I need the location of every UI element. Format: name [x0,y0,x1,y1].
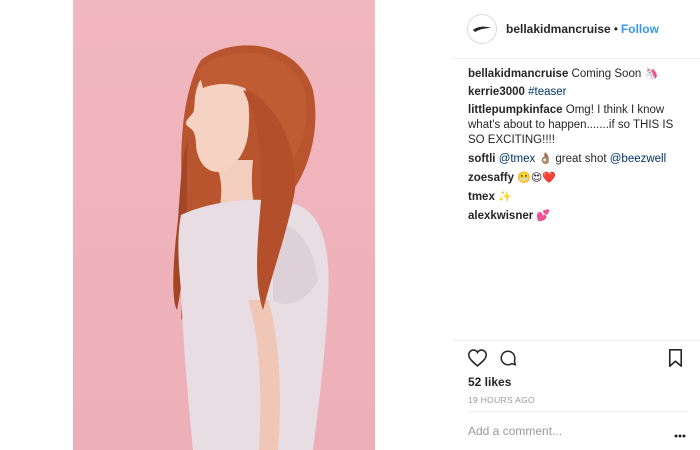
woman-profile-illustration [173,45,329,450]
post-side-panel: bellakidmancruise • Follow bellakidmancr… [453,0,700,450]
likes-count[interactable]: 52 likes [468,375,511,389]
emoji: 🦄 [644,67,659,80]
emoji: 😬😍❤️ [517,171,557,184]
comment-item: softli @tmex 👌🏽 great shot @beezwell [468,151,690,167]
comment-text: great shot [552,153,610,165]
comment-item: kerrie3000 #teaser [468,85,690,100]
mention-link[interactable]: @tmex [499,153,536,165]
comment-item: bellakidmancruise Coming Soon 🦄 [468,66,690,82]
hashtag-link[interactable]: #teaser [528,86,566,98]
action-bar [467,349,688,372]
author-username[interactable]: bellakidmancruise [506,22,611,36]
separator-dot: • [613,22,618,36]
header-divider [453,58,700,59]
comment-username[interactable]: alexkwisner [468,210,533,222]
comment-username[interactable]: littlepumpkinface [468,104,563,116]
comment-bubble-icon[interactable] [499,349,517,372]
comment-username[interactable]: tmex [468,191,495,203]
emoji: ✨ [498,190,512,203]
follow-button[interactable]: Follow [621,22,659,36]
comment-item: littlepumpkinface Omg! I think I know wh… [468,103,690,148]
emoji: 💕 [536,209,551,222]
avatar[interactable] [467,14,497,44]
emoji: 👌🏽 [538,152,553,165]
logo-icon [473,26,491,32]
comment-username[interactable]: zoesaffy [468,172,514,184]
comment-text: Coming Soon [568,68,645,80]
mention-link[interactable]: @beezwell [610,153,666,165]
comment-item: zoesaffy 😬😍❤️ [468,170,690,186]
more-options-icon[interactable] [674,425,686,443]
heart-icon[interactable] [467,349,488,372]
add-comment-input[interactable] [468,424,648,438]
comment-username[interactable]: bellakidmancruise [468,68,568,80]
post-header: bellakidmancruise • Follow [467,13,688,45]
comment-username[interactable]: kerrie3000 [468,86,525,98]
comments-list: bellakidmancruise Coming Soon 🦄 kerrie300… [468,66,690,227]
comment-item: tmex ✨ [468,189,690,205]
post-timestamp[interactable]: 19 HOURS AGO [468,395,535,405]
post-photo[interactable] [73,0,375,450]
add-comment-divider [468,411,688,412]
bookmark-icon[interactable] [668,349,683,372]
actions-divider [453,340,700,341]
comment-username[interactable]: softli [468,153,495,165]
comment-item: alexkwisner 💕 [468,208,690,224]
